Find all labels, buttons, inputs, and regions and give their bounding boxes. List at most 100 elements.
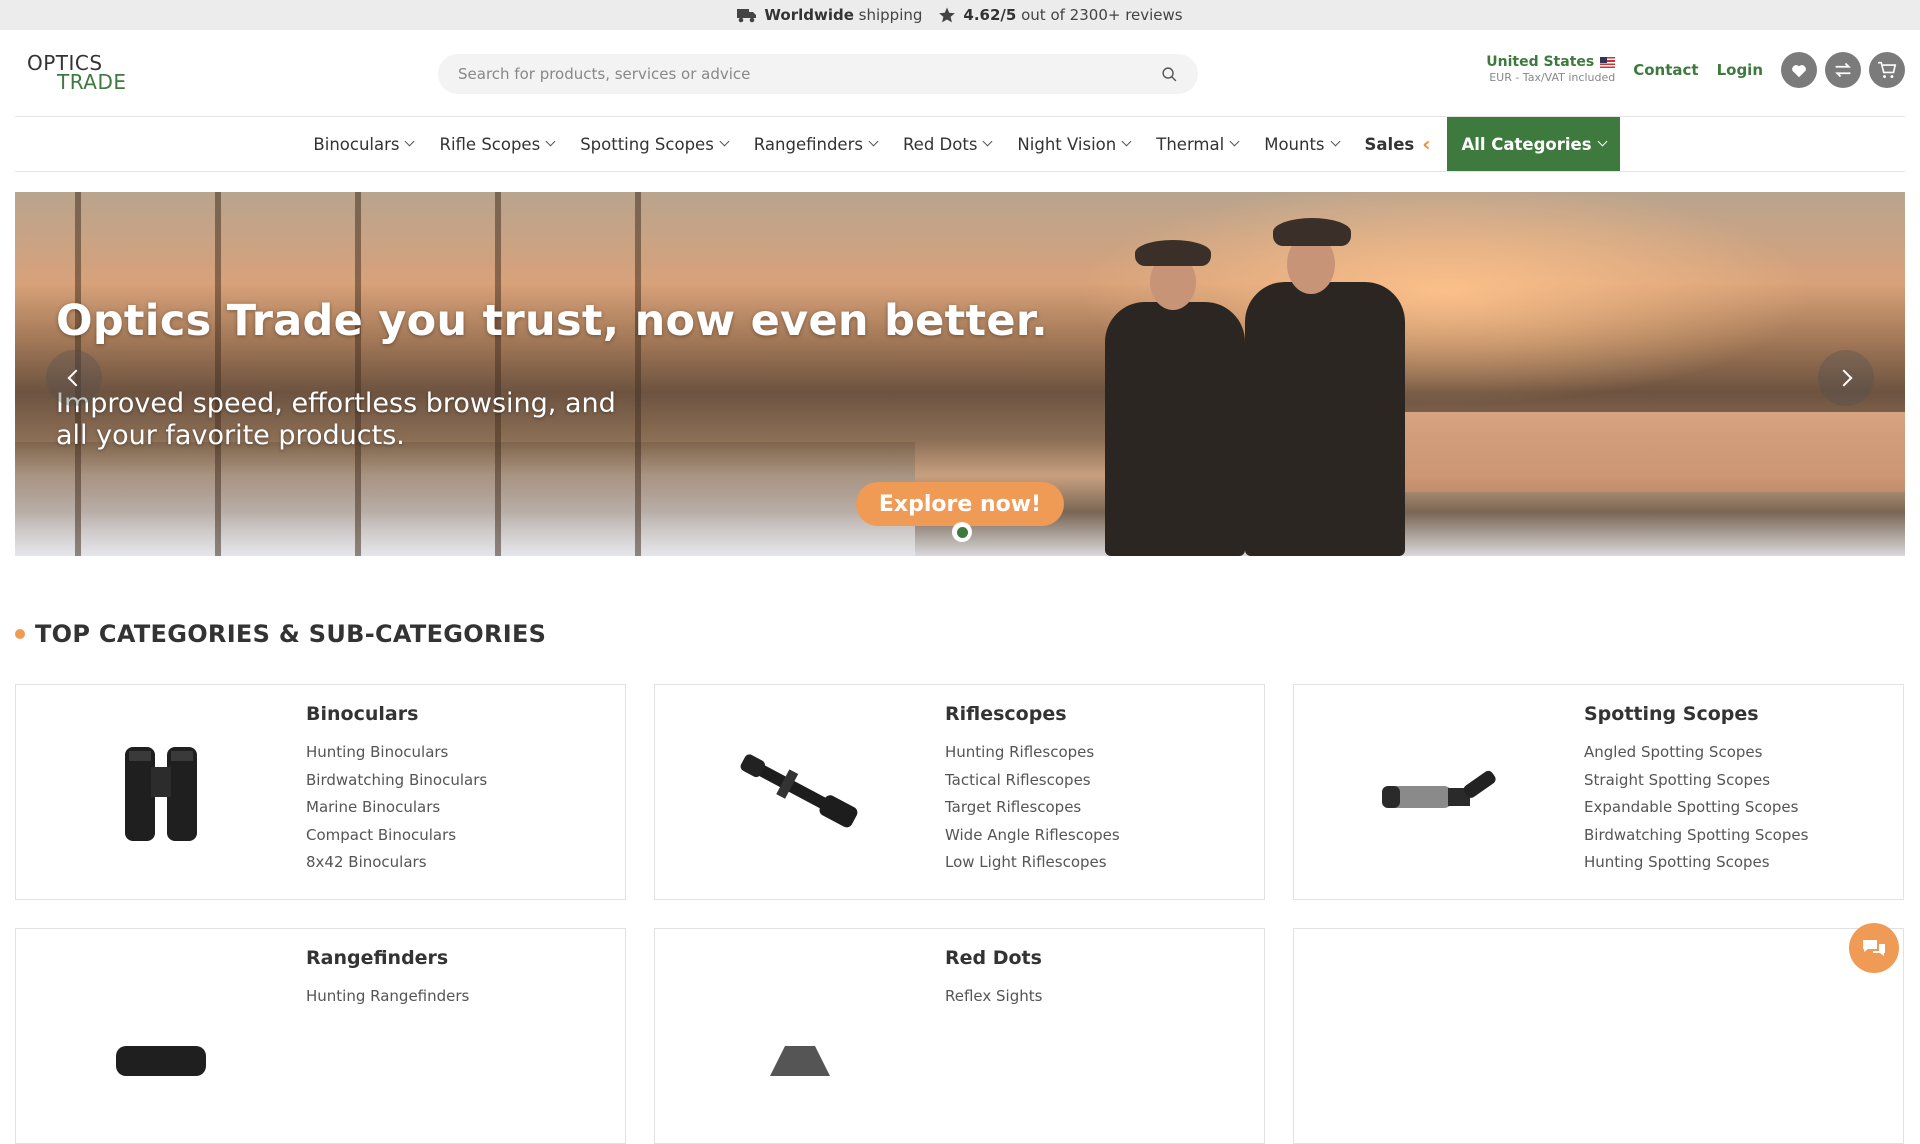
subcategory-link[interactable]: Birdwatching Spotting Scopes — [1584, 822, 1808, 850]
chat-bubbles-icon — [1863, 940, 1885, 956]
chevron-down-icon — [868, 136, 879, 147]
country-name: United States — [1486, 54, 1595, 70]
subcategory-link[interactable]: Hunting Riflescopes — [945, 739, 1120, 767]
nav-night-vision[interactable]: Night Vision — [1004, 117, 1143, 171]
category-card-riflescopes: Riflescopes Hunting Riflescopes Tactical… — [654, 684, 1265, 900]
country-selector[interactable]: United States EUR - Tax/VAT included — [1486, 54, 1616, 86]
login-link[interactable]: Login — [1717, 61, 1763, 79]
site-logo[interactable]: OPTICS TRADE — [27, 53, 137, 94]
hero-subtitle: Improved speed, effortless browsing, and… — [56, 388, 616, 451]
search-icon[interactable] — [1161, 66, 1178, 83]
nav-all-categories[interactable]: All Categories — [1447, 117, 1620, 171]
section-heading: TOP CATEGORIES & SUB-CATEGORIES — [15, 620, 546, 648]
rating-bold: 4.62/5 — [963, 6, 1017, 24]
riflescope-icon — [740, 754, 858, 828]
cart-button[interactable] — [1869, 52, 1905, 88]
header-actions: United States EUR - Tax/VAT included Con… — [1486, 52, 1905, 88]
hero-woman-figure — [1105, 302, 1245, 556]
nav-label: Thermal — [1156, 134, 1225, 154]
nav-rifle-scopes[interactable]: Rifle Scopes — [426, 117, 567, 171]
compare-button[interactable] — [1825, 52, 1861, 88]
currency-note: EUR - Tax/VAT included — [1489, 71, 1616, 84]
rangefinder-image[interactable] — [16, 929, 306, 1143]
category-image[interactable] — [1294, 929, 1584, 1143]
subcategory-link[interactable]: Hunting Spotting Scopes — [1584, 849, 1808, 877]
search-input[interactable] — [458, 65, 1161, 83]
category-title[interactable]: Binoculars — [306, 703, 487, 725]
rating-info: 4.62/5 out of 2300+ reviews — [938, 6, 1183, 24]
nav-label: Binoculars — [313, 134, 400, 154]
hero-woman-hat — [1135, 240, 1211, 266]
nav-label: Red Dots — [902, 134, 978, 154]
nav-sales[interactable]: Sales ‹ — [1352, 117, 1444, 171]
nav-thermal[interactable]: Thermal — [1143, 117, 1251, 171]
explore-now-button[interactable]: Explore now! — [856, 482, 1064, 526]
binoculars-icon — [125, 747, 197, 841]
announcement-bar: Worldwide shipping 4.62/5 out of 2300+ r… — [0, 0, 1920, 30]
nav-label: Sales — [1364, 134, 1415, 154]
carousel-dot-active — [956, 526, 968, 538]
category-card-binoculars: Binoculars Hunting Binoculars Birdwatchi… — [15, 684, 626, 900]
chevron-down-icon — [545, 136, 556, 147]
nav-spotting-scopes[interactable]: Spotting Scopes — [567, 117, 741, 171]
nav-label: Night Vision — [1017, 134, 1117, 154]
subcategory-link[interactable]: Wide Angle Riflescopes — [945, 822, 1120, 850]
chevron-down-icon — [1229, 136, 1240, 147]
hero-trees — [15, 192, 715, 556]
logo-line2: TRADE — [57, 70, 127, 94]
subcategory-link[interactable]: 8x42 Binoculars — [306, 849, 487, 877]
subcategory-link[interactable]: Expandable Spotting Scopes — [1584, 794, 1808, 822]
nav-rangefinders[interactable]: Rangefinders — [741, 117, 890, 171]
subcategory-link[interactable]: Straight Spotting Scopes — [1584, 767, 1808, 795]
spotting-scope-image[interactable] — [1294, 685, 1584, 899]
subcategory-link[interactable]: Reflex Sights — [945, 983, 1042, 1011]
subcategory-link[interactable]: Compact Binoculars — [306, 822, 487, 850]
chevron-down-icon — [1121, 136, 1132, 147]
category-title[interactable]: Rangefinders — [306, 947, 469, 969]
section-title: TOP CATEGORIES & SUB-CATEGORIES — [35, 620, 547, 648]
shipping-text: shipping — [858, 6, 923, 24]
subcategory-link[interactable]: Tactical Riflescopes — [945, 767, 1120, 795]
subcategory-link[interactable]: Hunting Rangefinders — [306, 983, 469, 1011]
star-icon — [939, 7, 956, 23]
nav-red-dots[interactable]: Red Dots — [890, 117, 1004, 171]
red-dot-image[interactable] — [655, 929, 945, 1143]
subcategory-link[interactable]: Angled Spotting Scopes — [1584, 739, 1808, 767]
nav-label: Rangefinders — [753, 134, 863, 154]
heart-icon — [1792, 65, 1806, 78]
compare-arrows-icon — [1835, 62, 1851, 78]
main-navigation: Binoculars Rifle Scopes Spotting Scopes … — [15, 116, 1905, 172]
chat-button[interactable] — [1849, 923, 1899, 973]
header-icon-group — [1781, 52, 1905, 88]
chevron-down-icon — [719, 136, 730, 147]
carousel-next-button[interactable] — [1818, 350, 1874, 406]
spotting-scope-icon — [1382, 770, 1496, 808]
contact-link[interactable]: Contact — [1633, 61, 1698, 79]
riflescope-image[interactable] — [655, 685, 945, 899]
nav-binoculars[interactable]: Binoculars — [300, 117, 426, 171]
shipping-info: Worldwide shipping — [737, 6, 922, 24]
category-title[interactable]: Riflescopes — [945, 703, 1120, 725]
section-bullet-icon — [15, 629, 25, 639]
sale-flash-icon: ‹ — [1422, 132, 1431, 156]
cart-icon — [1878, 61, 1897, 79]
category-card-rangefinders: Rangefinders Hunting Rangefinders — [15, 928, 626, 1144]
shipping-bold: Worldwide — [764, 6, 854, 24]
chevron-down-icon — [982, 136, 993, 147]
subcategory-link[interactable]: Hunting Binoculars — [306, 739, 487, 767]
subcategory-link[interactable]: Birdwatching Binoculars — [306, 767, 487, 795]
nav-mounts[interactable]: Mounts — [1251, 117, 1351, 171]
subcategory-link[interactable]: Target Riflescopes — [945, 794, 1120, 822]
subcategory-link[interactable]: Marine Binoculars — [306, 794, 487, 822]
chevron-down-icon — [405, 136, 415, 147]
carousel-dot[interactable] — [952, 522, 972, 542]
carousel-prev-button[interactable] — [46, 350, 102, 406]
hero-man-figure — [1245, 282, 1405, 556]
category-title[interactable]: Red Dots — [945, 947, 1042, 969]
category-title[interactable]: Spotting Scopes — [1584, 703, 1808, 725]
nav-label: Rifle Scopes — [439, 134, 541, 154]
binoculars-image[interactable] — [16, 685, 306, 899]
subcategory-link[interactable]: Low Light Riflescopes — [945, 849, 1120, 877]
hero-banner: Optics Trade you trust, now even better.… — [15, 192, 1905, 556]
wishlist-button[interactable] — [1781, 52, 1817, 88]
